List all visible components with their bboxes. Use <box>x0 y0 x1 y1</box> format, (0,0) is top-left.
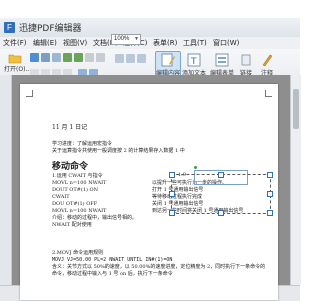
menu-window[interactable]: 窗口(W) <box>213 38 239 48</box>
fit-page-icon[interactable] <box>115 54 124 63</box>
menu-edit[interactable]: 编辑(E) <box>33 38 57 48</box>
navigation-panel[interactable] <box>0 75 12 285</box>
code-line[interactable]: MOVL n=100 NWAIT <box>52 208 106 215</box>
open-button[interactable]: 打开(O)... <box>4 52 31 73</box>
redo-icon[interactable] <box>74 53 83 62</box>
edit-content-icon <box>161 53 175 67</box>
resize-handle[interactable] <box>267 172 273 178</box>
edit-form-button[interactable]: 编辑表单 <box>209 52 235 77</box>
folder-open-icon <box>8 54 22 64</box>
resize-handle[interactable] <box>169 210 175 216</box>
bottom-line[interactable]: 命令，移动过程中输入与 1 号 on 后，执行下一条命令 <box>52 271 173 278</box>
fit-width-icon[interactable] <box>126 54 135 63</box>
intro-line[interactable]: 学习进度：了解运用宏指令 <box>52 141 112 148</box>
resize-handle[interactable] <box>218 172 224 178</box>
link-icon <box>241 54 251 66</box>
page-heading[interactable]: 11 月 1 日记 <box>52 122 87 131</box>
add-text-icon: T <box>187 53 201 67</box>
edit-form-icon <box>215 53 229 67</box>
undo-icon[interactable] <box>63 53 72 62</box>
bottom-line[interactable]: MOVJ VJ=50.00 PL=2 NWAIT UNTIL IN#(1)=ON <box>52 257 172 264</box>
intro-line[interactable]: 关于运算指令共使用一般调度按 2 的计算结果存入数据 1 中 <box>52 148 185 155</box>
bottom-line[interactable]: 2.MOVJ 命令运用规则 <box>52 250 103 257</box>
select-tool-icon[interactable] <box>96 53 105 62</box>
scroll-thumb[interactable] <box>293 89 299 129</box>
app-screenshot: F 迅捷PDF编辑器 文件(F) 编辑(E) 视图(V) 文档(D) 注释(C)… <box>0 0 301 301</box>
window-title: 迅捷PDF编辑器 <box>19 24 82 34</box>
menu-tools[interactable]: 工具(T) <box>183 38 207 48</box>
vertical-scrollbar[interactable] <box>290 75 301 285</box>
pencil-icon <box>262 54 273 67</box>
menu-form[interactable]: 表单(R) <box>153 38 177 48</box>
section-title[interactable]: 移动命令 <box>52 159 88 172</box>
zoom-value: 100% <box>114 36 130 42</box>
chevron-down-icon: ▼ <box>134 36 139 42</box>
open-button-label: 打开(O)... <box>4 66 32 73</box>
rotate-handle[interactable] <box>194 166 197 169</box>
code-line[interactable]: 介绍：移动的过程中，输出信号相的。 <box>52 215 137 222</box>
link-button[interactable]: 链接 <box>238 52 254 77</box>
menu-view[interactable]: 视图(V) <box>63 38 87 48</box>
resize-handle[interactable] <box>169 172 175 178</box>
resize-handle[interactable] <box>169 191 175 197</box>
code-line[interactable]: CWAIT <box>52 194 70 201</box>
print-icon[interactable] <box>41 53 50 62</box>
add-text-button[interactable]: T 添加文本 <box>181 52 207 77</box>
menu-bar: 文件(F) 编辑(E) 视图(V) 文档(D) 注释(C) 表单(R) 工具(T… <box>0 37 300 49</box>
code-line[interactable]: MOVL n=100 NWAIT <box>52 180 106 187</box>
annotate-button[interactable]: 注释 <box>259 52 275 77</box>
code-line[interactable]: 1.运用 CWAIT 与指令 <box>52 173 103 180</box>
zoom-dropdown[interactable]: 100% ▼ <box>111 34 141 45</box>
menu-file[interactable]: 文件(F) <box>3 38 27 48</box>
crop-mark <box>26 90 33 97</box>
title-bar: F 迅捷PDF编辑器 <box>0 18 300 38</box>
actual-size-icon[interactable] <box>137 54 146 63</box>
crop-mark <box>265 90 272 97</box>
app-logo-icon: F <box>4 22 15 33</box>
hand-tool-icon[interactable] <box>85 53 94 62</box>
code-line[interactable]: DOU OT#(1) OFF <box>52 201 97 208</box>
code-line[interactable]: DOUT OT#(1) ON <box>52 187 98 194</box>
save-icon[interactable] <box>30 53 39 62</box>
resize-handle[interactable] <box>267 191 273 197</box>
email-icon[interactable] <box>52 53 61 62</box>
code-line[interactable]: NWAIT 配对使用 <box>52 222 92 229</box>
resize-handle[interactable] <box>218 210 224 216</box>
resize-handle[interactable] <box>267 210 273 216</box>
bottom-line[interactable]: 含义：关节方式以 50%的速度，以 50.00%的速度进度，定位精度为 2，同时… <box>52 264 265 271</box>
svg-text:T: T <box>190 57 197 67</box>
selection-box[interactable] <box>169 172 273 216</box>
